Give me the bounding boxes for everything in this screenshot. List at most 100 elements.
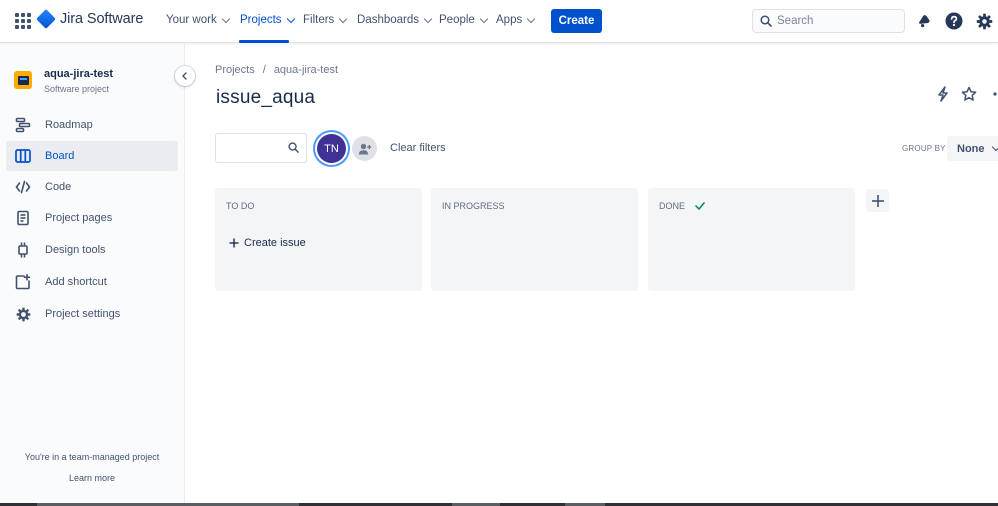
add-person-icon	[358, 143, 371, 154]
jira-logo[interactable]: Jira Software	[36, 9, 144, 29]
nav-people[interactable]: People	[439, 14, 489, 26]
add-column-button[interactable]	[866, 189, 889, 212]
project-name[interactable]: aqua-jira-test	[44, 68, 113, 80]
project-sidebar: aqua-jira-test Software project Roadmap …	[0, 44, 185, 506]
board-search-input[interactable]	[222, 134, 287, 160]
sidebar-item-add-shortcut[interactable]: Add shortcut	[6, 267, 178, 297]
sidebar-item-label: Project pages	[45, 212, 113, 224]
app-switcher-icon[interactable]	[15, 13, 31, 29]
create-button[interactable]: Create	[551, 9, 602, 33]
sidebar-item-label: Roadmap	[45, 119, 93, 131]
nav-filters[interactable]: Filters	[303, 14, 348, 26]
roadmap-icon	[15, 117, 31, 133]
chevron-down-icon	[286, 14, 295, 23]
bell-icon	[919, 15, 930, 28]
group-by-value: None	[957, 142, 985, 155]
automation-icon[interactable]	[934, 85, 952, 103]
column-title-text: TO DO	[226, 201, 255, 211]
nav-projects-label: Projects	[240, 14, 282, 26]
nav-apps-label: Apps	[496, 14, 523, 26]
product-name: Jira Software	[60, 11, 144, 27]
board-column-in-progress: IN PROGRESS	[431, 188, 638, 291]
breadcrumb: Projects / aqua-jira-test	[215, 64, 338, 76]
chevron-down-icon	[479, 14, 489, 23]
sidebar-item-label: Add shortcut	[45, 276, 107, 288]
sidebar-item-board[interactable]: Board	[6, 141, 178, 171]
sidebar-item-label: Code	[45, 181, 72, 193]
plus-icon	[871, 194, 884, 207]
search-input[interactable]	[777, 15, 897, 27]
chevron-down-icon	[423, 14, 433, 23]
breadcrumb-separator: /	[262, 64, 266, 76]
code-icon	[15, 179, 31, 195]
chevron-left-icon	[182, 72, 187, 80]
gear-icon	[976, 13, 992, 29]
nav-your-work-label: Your work	[166, 14, 217, 26]
star-icon[interactable]	[960, 85, 978, 103]
project-avatar	[14, 71, 32, 89]
chevron-down-icon	[221, 14, 230, 23]
question-icon	[945, 12, 963, 30]
team-managed-note: You're in a team-managed project	[24, 452, 160, 462]
board-column-done: DONE	[648, 188, 855, 291]
nav-projects[interactable]: Projects	[240, 14, 295, 26]
chevron-down-icon	[339, 14, 348, 23]
board-icon	[15, 148, 31, 164]
sidebar-item-roadmap[interactable]: Roadmap	[6, 110, 178, 140]
sidebar-item-project-settings[interactable]: Project settings	[6, 299, 178, 329]
nav-filters-label: Filters	[303, 14, 335, 26]
star-outline-icon	[961, 86, 977, 101]
sidebar-item-label: Project settings	[45, 308, 121, 320]
checkmark-icon	[695, 202, 705, 210]
create-issue-label: Create issue	[244, 237, 306, 249]
settings-icon[interactable]	[974, 11, 994, 31]
breadcrumb-projects[interactable]: Projects	[215, 64, 255, 76]
search-icon	[760, 15, 772, 27]
more-actions-icon[interactable]	[988, 85, 998, 103]
group-by-select[interactable]: None	[947, 136, 998, 161]
nav-apps[interactable]: Apps	[496, 14, 536, 26]
create-issue-button[interactable]: Create issue	[229, 237, 306, 249]
lightning-icon	[938, 86, 948, 102]
jira-logo-icon	[36, 9, 56, 29]
sidebar-item-label: Design tools	[45, 244, 106, 256]
settings-icon	[15, 306, 31, 322]
chevron-down-icon	[991, 142, 998, 152]
ellipsis-icon	[993, 92, 997, 96]
board-column-todo: TO DO Create issue	[215, 188, 422, 291]
design-tools-icon	[15, 242, 31, 258]
group-by-label: GROUP BY	[902, 144, 946, 153]
chevron-down-icon	[526, 14, 536, 23]
breadcrumb-project[interactable]: aqua-jira-test	[274, 64, 338, 76]
board-search[interactable]	[215, 133, 307, 163]
top-navigation: Jira Software Your work Projects Filters…	[0, 0, 998, 43]
nav-people-label: People	[439, 14, 475, 26]
project-type: Software project	[44, 84, 110, 94]
add-people-button[interactable]	[352, 136, 377, 161]
column-title-text: IN PROGRESS	[442, 201, 505, 211]
search-icon	[288, 142, 299, 153]
column-title-text: DONE	[659, 201, 686, 211]
plus-icon	[229, 238, 239, 248]
page-title: issue_aqua	[216, 87, 316, 108]
sidebar-item-design-tools[interactable]: Design tools	[6, 235, 178, 265]
column-title: IN PROGRESS	[442, 201, 505, 211]
nav-dashboards-label: Dashboards	[357, 14, 420, 26]
collapse-sidebar-button[interactable]	[175, 66, 195, 86]
add-shortcut-icon	[15, 274, 31, 290]
notifications-icon[interactable]	[914, 11, 934, 31]
help-icon[interactable]	[944, 11, 964, 31]
column-title: TO DO	[226, 201, 254, 211]
global-search[interactable]	[752, 9, 905, 33]
sidebar-item-label: Board	[45, 150, 75, 162]
clear-filters-button[interactable]: Clear filters	[390, 142, 446, 154]
assignee-avatar-filter[interactable]: TN	[317, 134, 346, 163]
column-title: DONE	[659, 201, 705, 211]
pages-icon	[15, 210, 31, 226]
nav-dashboards[interactable]: Dashboards	[357, 14, 433, 26]
nav-your-work[interactable]: Your work	[166, 14, 230, 26]
sidebar-item-project-pages[interactable]: Project pages	[6, 203, 178, 233]
sidebar-item-code[interactable]: Code	[6, 172, 178, 202]
active-nav-indicator	[239, 40, 289, 43]
learn-more-link[interactable]: Learn more	[0, 473, 184, 483]
